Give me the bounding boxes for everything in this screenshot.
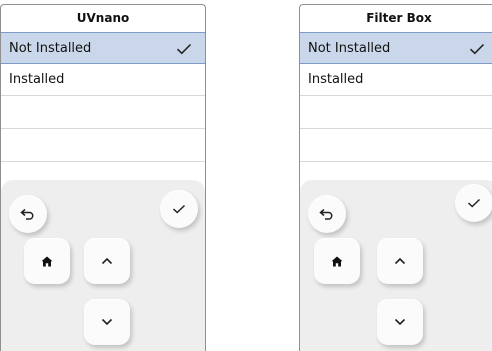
navigation-pad <box>1 180 205 351</box>
home-icon <box>331 256 343 267</box>
option-label: Not Installed <box>9 41 92 56</box>
back-button[interactable] <box>308 195 346 233</box>
home-icon <box>41 256 53 267</box>
down-button[interactable] <box>377 299 423 345</box>
option-label: Not Installed <box>308 41 391 56</box>
back-button[interactable] <box>9 195 47 233</box>
checkmark-icon <box>467 198 481 208</box>
empty-row <box>300 129 492 162</box>
option-label: Installed <box>308 72 364 87</box>
chevron-up-icon <box>394 257 406 265</box>
home-button[interactable] <box>24 238 70 284</box>
confirm-button[interactable] <box>160 190 198 228</box>
empty-row <box>300 96 492 129</box>
empty-row <box>1 96 205 129</box>
panel-title: UVnano <box>76 11 130 25</box>
panel-title: Filter Box <box>366 11 432 25</box>
option-not-installed[interactable]: Not Installed <box>1 32 205 64</box>
chevron-up-icon <box>101 257 113 265</box>
down-button[interactable] <box>84 299 130 345</box>
filter-box-panel: Filter Box Not Installed Installed <box>299 4 492 351</box>
chevron-down-icon <box>394 318 406 326</box>
up-button[interactable] <box>377 238 423 284</box>
checkmark-icon <box>175 33 193 65</box>
uvnano-panel: UVnano Not Installed Installed <box>0 4 206 351</box>
chevron-down-icon <box>101 318 113 326</box>
checkmark-icon <box>172 204 186 214</box>
option-installed[interactable]: Installed <box>300 64 492 96</box>
back-arrow-icon <box>319 208 335 220</box>
back-arrow-icon <box>20 208 36 220</box>
option-not-installed[interactable]: Not Installed <box>300 32 492 64</box>
navigation-pad <box>300 180 492 351</box>
empty-row <box>1 129 205 162</box>
option-label: Installed <box>9 72 65 87</box>
home-button[interactable] <box>314 238 360 284</box>
confirm-button[interactable] <box>455 184 492 222</box>
option-installed[interactable]: Installed <box>1 64 205 96</box>
checkmark-icon <box>468 33 486 65</box>
up-button[interactable] <box>84 238 130 284</box>
